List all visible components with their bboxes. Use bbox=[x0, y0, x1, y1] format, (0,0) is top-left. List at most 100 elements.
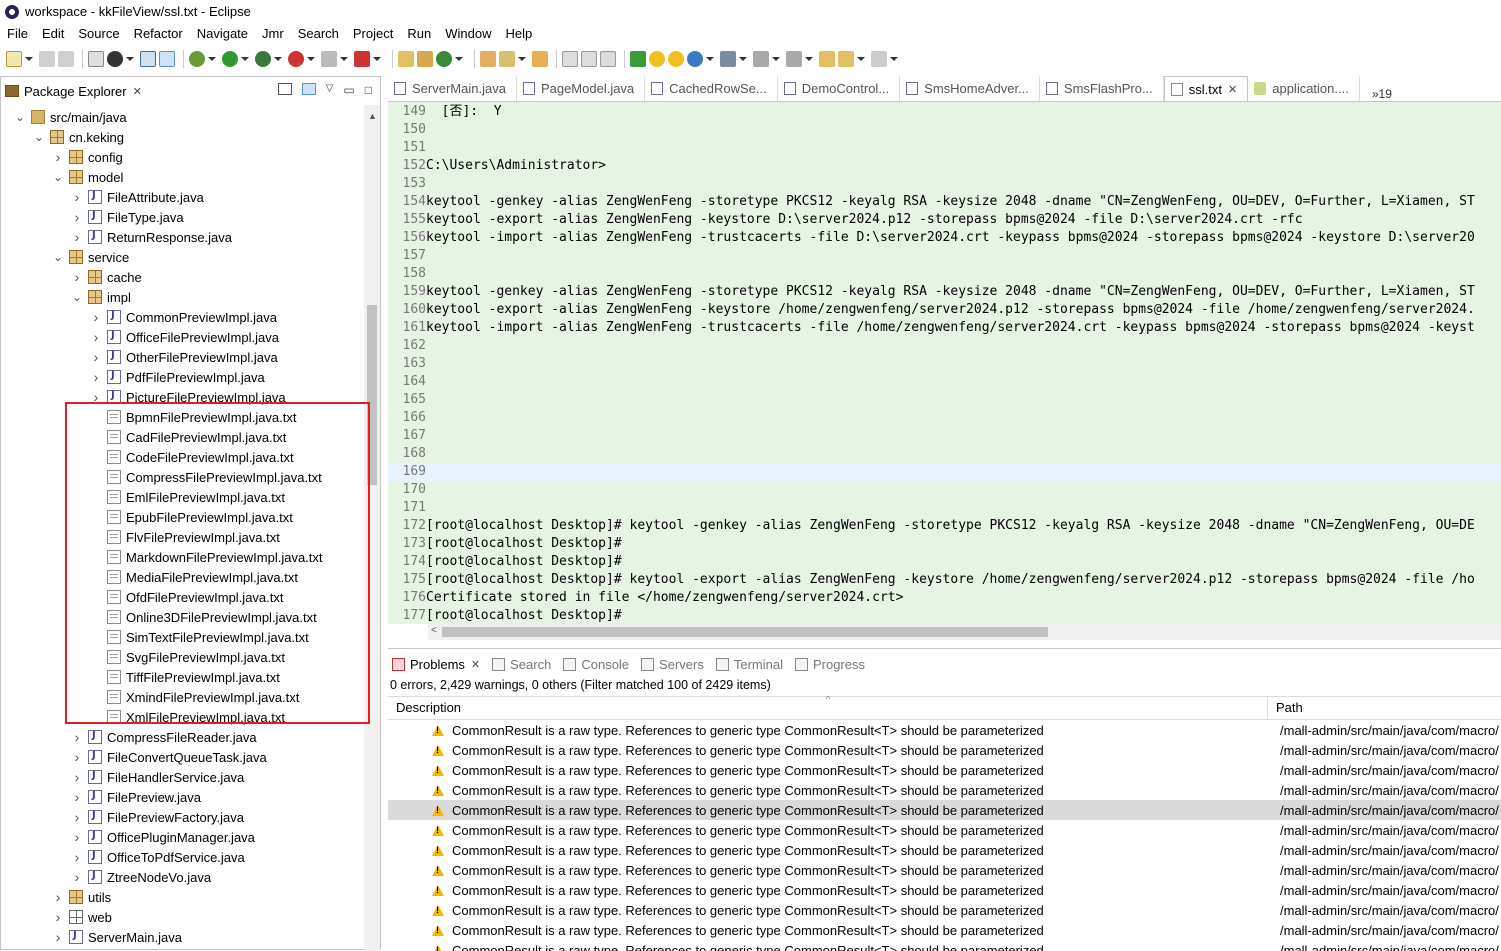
table-row[interactable]: CommonResult is a raw type. References t… bbox=[388, 780, 1501, 800]
tree-item-txt-file[interactable]: SimTextFilePreviewImpl.java.txt bbox=[90, 627, 309, 647]
debug-icon[interactable] bbox=[189, 51, 205, 67]
tree-item-txt-file[interactable]: MediaFilePreviewImpl.java.txt bbox=[90, 567, 298, 587]
back-icon[interactable] bbox=[838, 51, 854, 67]
expand-closed-icon[interactable]: › bbox=[71, 191, 83, 203]
tree-scrollbar[interactable]: ▲ bbox=[364, 105, 380, 951]
tree-item-txt-file[interactable]: BpmnFilePreviewImpl.java.txt bbox=[90, 407, 297, 427]
tree-item[interactable]: ›ZtreeNodeVo.java bbox=[71, 867, 211, 887]
chevron-down-icon[interactable] bbox=[890, 57, 898, 61]
expand-open-icon[interactable]: ⌄ bbox=[71, 291, 83, 303]
scrollbar-thumb[interactable] bbox=[442, 627, 1048, 637]
run-icon[interactable] bbox=[222, 51, 238, 67]
expand-closed-icon[interactable]: › bbox=[71, 271, 83, 283]
globe-icon[interactable] bbox=[687, 51, 703, 67]
tree-item[interactable]: ›FileHandlerService.java bbox=[71, 767, 244, 787]
expand-open-icon[interactable]: ⌄ bbox=[33, 131, 45, 143]
tree-item[interactable]: ⌄service bbox=[52, 247, 129, 267]
tree-item-txt-file[interactable]: OfdFilePreviewImpl.java.txt bbox=[90, 587, 284, 607]
tree-item[interactable]: ›OfficeFilePreviewImpl.java bbox=[90, 327, 279, 347]
open-task-icon[interactable] bbox=[499, 51, 515, 67]
table-row[interactable]: CommonResult is a raw type. References t… bbox=[388, 900, 1501, 920]
tree-item[interactable]: ›ServerMain.java bbox=[52, 927, 182, 947]
next-annotation-icon[interactable] bbox=[753, 51, 769, 67]
tree-item[interactable]: ›FileAttribute.java bbox=[71, 187, 204, 207]
tree-item[interactable]: ›web bbox=[52, 907, 112, 927]
tree-item-txt-file[interactable]: CodeFilePreviewImpl.java.txt bbox=[90, 447, 294, 467]
tree-item-txt-file[interactable]: Online3DFilePreviewImpl.java.txt bbox=[90, 607, 317, 627]
show-whitespace-icon[interactable] bbox=[600, 51, 616, 67]
tab-console[interactable]: Console bbox=[559, 657, 637, 672]
editor-tab[interactable]: CachedRowSe... bbox=[645, 76, 778, 101]
tab-package-explorer[interactable]: Package Explorer ✕ bbox=[5, 79, 155, 103]
link-with-editor-icon[interactable] bbox=[302, 83, 316, 95]
chevron-down-icon[interactable] bbox=[455, 57, 463, 61]
expand-closed-icon[interactable]: › bbox=[52, 931, 64, 943]
chevron-down-icon[interactable] bbox=[208, 57, 216, 61]
previous-annotation-icon[interactable] bbox=[786, 51, 802, 67]
menu-project[interactable]: Project bbox=[346, 26, 400, 41]
tree-item[interactable]: ›PictureFilePreviewImpl.java bbox=[90, 387, 286, 407]
chevron-down-icon[interactable] bbox=[274, 57, 282, 61]
expand-closed-icon[interactable]: › bbox=[90, 311, 102, 323]
new-icon[interactable] bbox=[6, 51, 22, 67]
block-selection-icon[interactable] bbox=[581, 51, 597, 67]
terminal-icon[interactable] bbox=[140, 51, 156, 67]
scroll-up-icon[interactable]: ▲ bbox=[368, 111, 377, 121]
table-row[interactable]: CommonResult is a raw type. References t… bbox=[388, 720, 1501, 740]
scroll-left-icon[interactable]: < bbox=[431, 625, 437, 636]
expand-closed-icon[interactable]: › bbox=[71, 871, 83, 883]
expand-closed-icon[interactable]: › bbox=[71, 751, 83, 763]
chevron-down-icon[interactable] bbox=[340, 57, 348, 61]
expand-closed-icon[interactable]: › bbox=[71, 791, 83, 803]
chevron-down-icon[interactable] bbox=[805, 57, 813, 61]
expand-closed-icon[interactable]: › bbox=[52, 891, 64, 903]
editor-tab[interactable]: application.... bbox=[1248, 76, 1360, 101]
table-row[interactable]: CommonResult is a raw type. References t… bbox=[388, 920, 1501, 940]
code-view[interactable]: 149 [否]: Y150151152C:\Users\Administrato… bbox=[388, 102, 1501, 624]
tab-problems[interactable]: Problems✕ bbox=[388, 657, 488, 672]
tree-item[interactable]: ›OfficePluginManager.java bbox=[71, 827, 255, 847]
tree-item[interactable]: ›FilePreview.java bbox=[71, 787, 201, 807]
chevron-down-icon[interactable] bbox=[772, 57, 780, 61]
tree-item-txt-file[interactable]: CompressFilePreviewImpl.java.txt bbox=[90, 467, 322, 487]
annotation-next-icon[interactable] bbox=[720, 51, 736, 67]
editor-tab[interactable]: SmsFlashPro... bbox=[1040, 76, 1164, 101]
tree-item[interactable]: ›ReturnResponse.java bbox=[71, 227, 232, 247]
plugin-icon[interactable] bbox=[630, 51, 646, 67]
new-class-icon[interactable] bbox=[436, 51, 452, 67]
tree-item-txt-file[interactable]: XmindFilePreviewImpl.java.txt bbox=[90, 687, 299, 707]
tab-servers[interactable]: Servers bbox=[637, 657, 712, 672]
tree-item-txt-file[interactable]: MarkdownFilePreviewImpl.java.txt bbox=[90, 547, 323, 567]
coverage-icon[interactable] bbox=[255, 51, 271, 67]
menu-source[interactable]: Source bbox=[71, 26, 126, 41]
close-icon[interactable]: ✕ bbox=[1228, 83, 1237, 96]
chevron-down-icon[interactable] bbox=[518, 57, 526, 61]
new-package-icon[interactable] bbox=[417, 51, 433, 67]
table-row[interactable]: CommonResult is a raw type. References t… bbox=[388, 800, 1501, 820]
tree-item[interactable]: ›CompressFileReader.java bbox=[71, 727, 257, 747]
tree-item-txt-file[interactable]: SvgFilePreviewImpl.java.txt bbox=[90, 647, 285, 667]
tree-item-txt-file[interactable]: CadFilePreviewImpl.java.txt bbox=[90, 427, 286, 447]
expand-closed-icon[interactable]: › bbox=[71, 771, 83, 783]
editor-tab[interactable]: ssl.txt✕ bbox=[1164, 76, 1248, 101]
view-menu-icon[interactable]: ▽ bbox=[326, 83, 334, 97]
menu-jmr[interactable]: Jmr bbox=[255, 26, 291, 41]
tree-item[interactable]: ⌄model bbox=[52, 167, 123, 187]
chevron-down-icon[interactable] bbox=[25, 57, 33, 61]
tree-item[interactable]: ⌄impl bbox=[71, 287, 131, 307]
editor-tab[interactable]: ServerMain.java bbox=[388, 76, 517, 101]
tree-item[interactable]: ›utils bbox=[52, 887, 111, 907]
expand-open-icon[interactable]: ⌄ bbox=[52, 251, 64, 263]
tree-item-txt-file[interactable]: TiffFilePreviewImpl.java.txt bbox=[90, 667, 280, 687]
tree-item[interactable]: ›CommonPreviewImpl.java bbox=[90, 307, 277, 327]
tree-item-txt-file[interactable]: XmlFilePreviewImpl.java.txt bbox=[90, 707, 285, 727]
menu-run[interactable]: Run bbox=[400, 26, 438, 41]
search-icon[interactable] bbox=[532, 51, 548, 67]
save-all-icon[interactable] bbox=[58, 51, 74, 67]
expand-open-icon[interactable]: ⌄ bbox=[14, 111, 26, 123]
close-icon[interactable]: ✕ bbox=[471, 658, 480, 671]
table-row[interactable]: CommonResult is a raw type. References t… bbox=[388, 940, 1501, 951]
scrollbar-thumb[interactable] bbox=[367, 305, 377, 485]
table-row[interactable]: CommonResult is a raw type. References t… bbox=[388, 740, 1501, 760]
stop-icon[interactable] bbox=[321, 51, 337, 67]
